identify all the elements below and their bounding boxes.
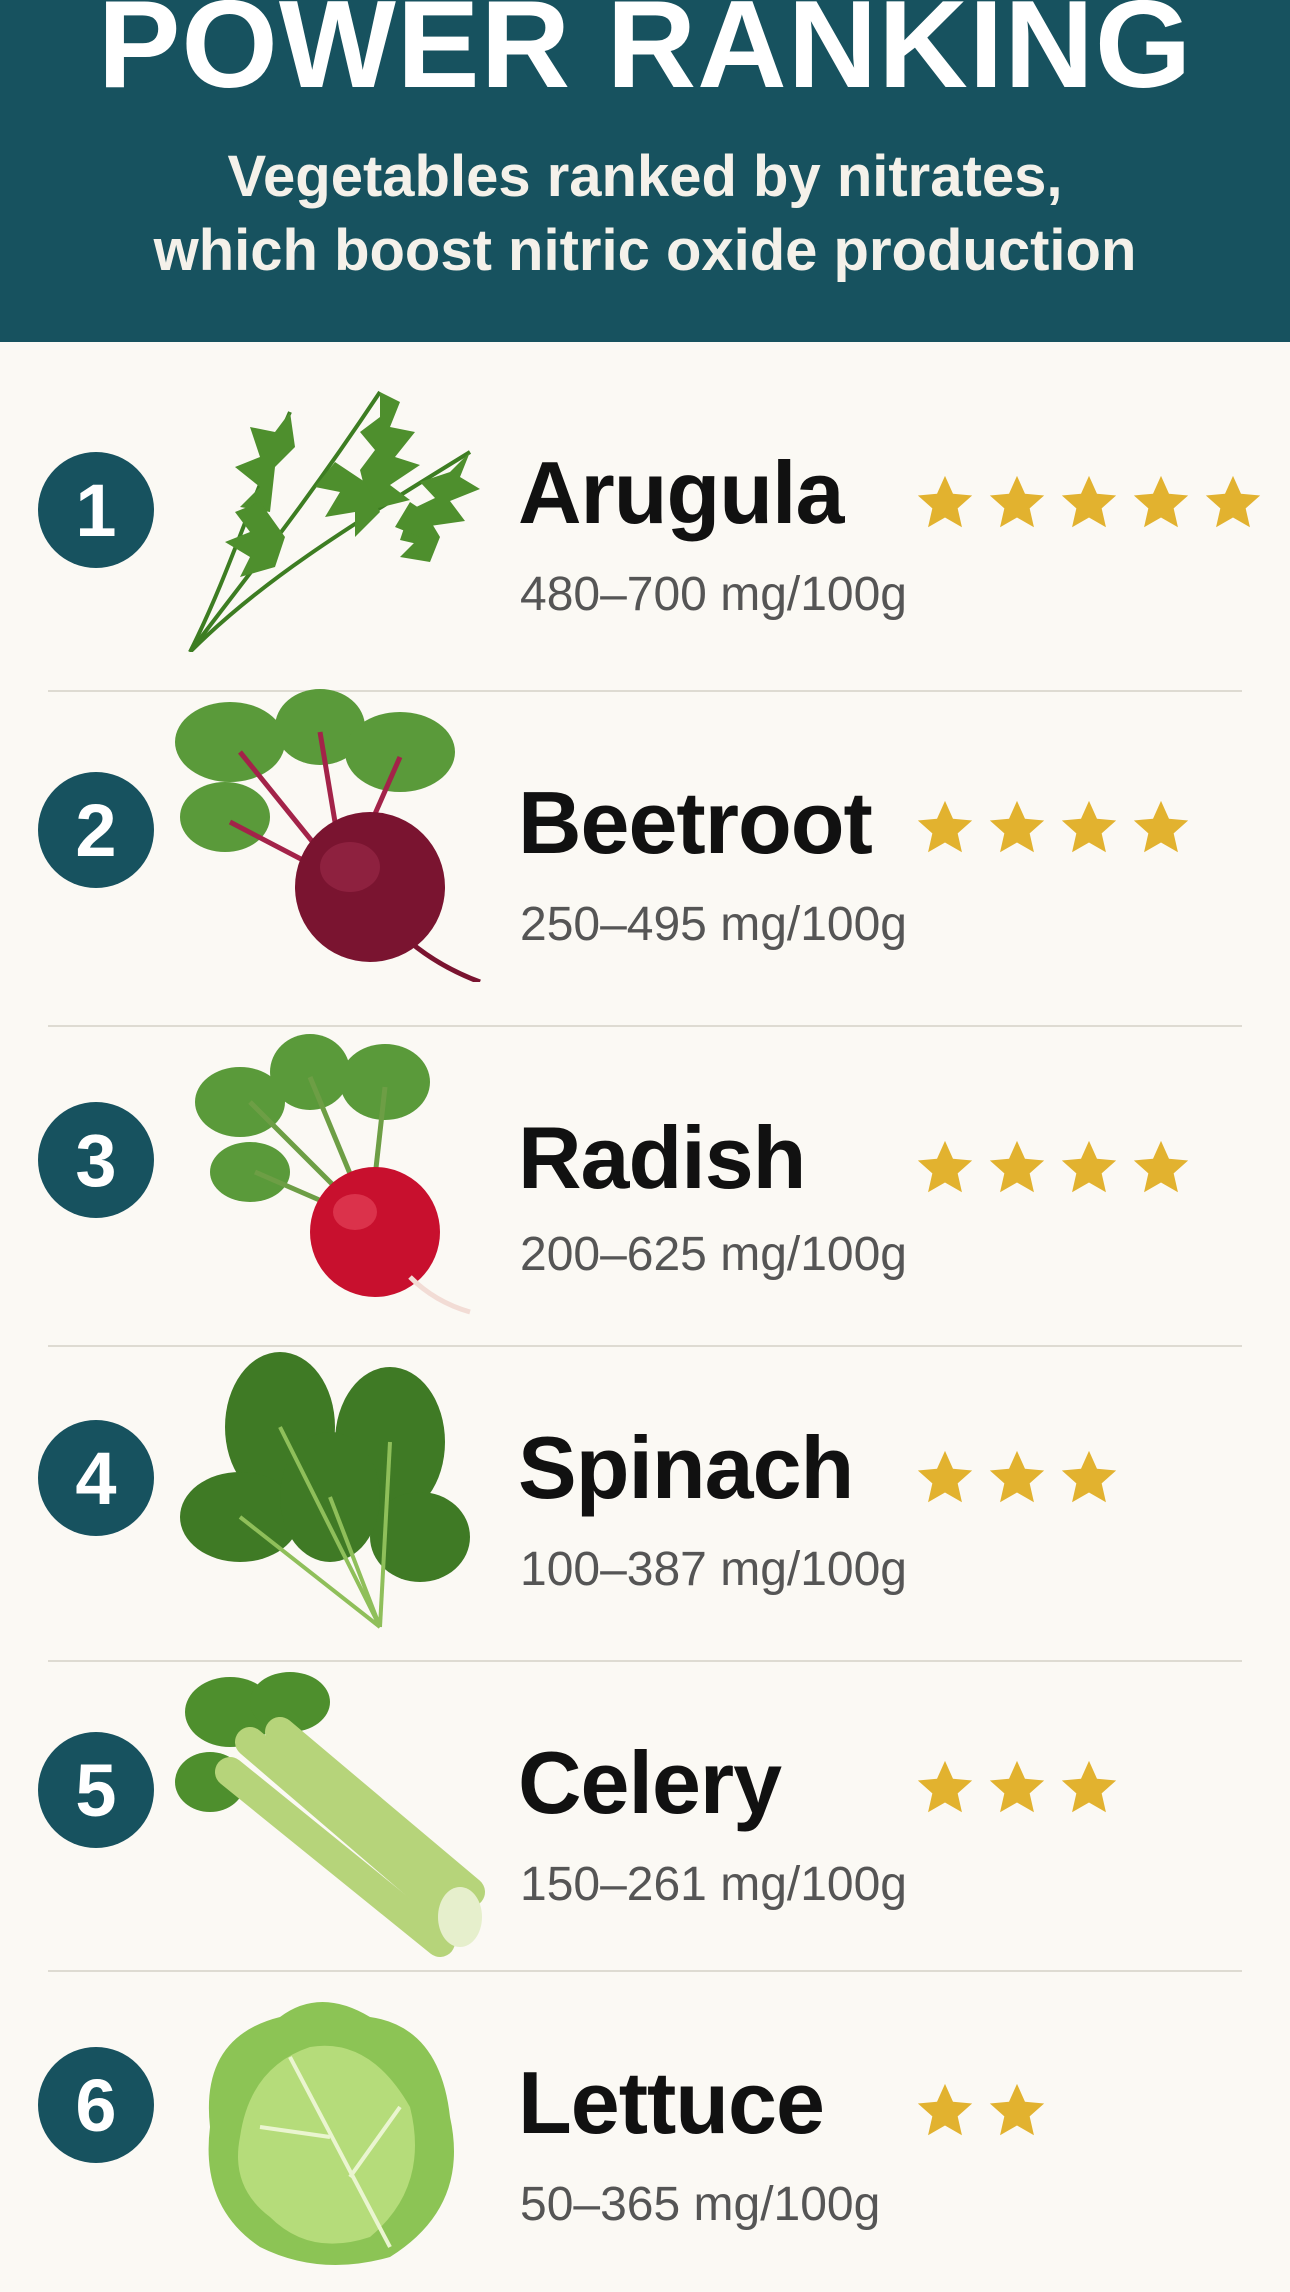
vegetable-name: Spinach: [518, 1418, 854, 1517]
radish-icon: [195, 1034, 471, 1315]
page-title: POWER RANKING: [97, 0, 1193, 114]
page-subtitle: Vegetables ranked by nitrates, which boo…: [0, 140, 1290, 288]
star-icon: [1205, 475, 1261, 528]
ranking-row-5: 5 Celery 150–261 mg/100g: [0, 1662, 1290, 1972]
star-rating: [914, 2080, 1048, 2142]
ranking-row-3: 3 Radish 200–625 mg/100g: [0, 1027, 1290, 1347]
star-icon: [989, 1760, 1045, 1813]
beetroot-icon: [175, 689, 481, 982]
nitrate-amount: 50–365 mg/100g: [520, 2178, 881, 2231]
star-icon: [1061, 475, 1117, 528]
subtitle-line-2: which boost nitric oxide production: [153, 218, 1137, 283]
star-icon: [989, 1450, 1045, 1503]
star-icon: [1061, 800, 1117, 853]
star-icon: [989, 475, 1045, 528]
star-icon: [989, 1140, 1045, 1193]
star-icon: [917, 2083, 973, 2136]
star-icon: [917, 1140, 973, 1193]
header-banner: POWER RANKING Vegetables ranked by nitra…: [0, 0, 1290, 342]
nitrate-amount: 100–387 mg/100g: [520, 1543, 907, 1596]
nitrate-amount: 480–700 mg/100g: [520, 568, 907, 621]
star-rating: [914, 1447, 1120, 1509]
ranking-row-1: 1 Arugula 480–700 mg/100g: [0, 342, 1290, 692]
star-icon: [989, 800, 1045, 853]
subtitle-line-1: Vegetables ranked by nitrates,: [227, 144, 1063, 209]
star-icon: [1061, 1760, 1117, 1813]
vegetable-name: Celery: [518, 1733, 782, 1832]
star-icon: [1061, 1140, 1117, 1193]
star-rating: [914, 797, 1192, 859]
vegetable-name: Arugula: [518, 443, 844, 542]
star-icon: [917, 1760, 973, 1813]
nitrate-amount: 150–261 mg/100g: [520, 1858, 907, 1911]
star-rating: [914, 472, 1264, 534]
star-icon: [917, 475, 973, 528]
star-icon: [1133, 800, 1189, 853]
ranking-row-6: 6 Lettuce 50–365 mg/100g: [0, 1972, 1290, 2292]
rank-badge: 1: [38, 452, 154, 568]
nitrate-amount: 250–495 mg/100g: [520, 898, 907, 951]
nitrate-amount: 200–625 mg/100g: [520, 1228, 907, 1281]
vegetable-name: Beetroot: [518, 773, 873, 872]
star-icon: [917, 800, 973, 853]
star-icon: [1133, 1140, 1189, 1193]
star-icon: [989, 2083, 1045, 2136]
star-icon: [1133, 475, 1189, 528]
vegetable-name: Radish: [518, 1108, 806, 1207]
ranking-row-4: 4 Spinach 100–387 mg/100g: [0, 1347, 1290, 1662]
spinach-icon: [180, 1352, 470, 1629]
star-rating: [914, 1137, 1192, 1199]
star-icon: [1061, 1450, 1117, 1503]
ranking-row-2: 2 Beetroot 250–495 mg/100g: [0, 689, 1290, 1027]
star-rating: [914, 1757, 1120, 1819]
rank-badge: 4: [38, 1420, 154, 1536]
rank-badge: 2: [38, 772, 154, 888]
rank-badge: 6: [38, 2047, 154, 2163]
arugula-icon: [188, 390, 480, 652]
rank-badge: 3: [38, 1102, 154, 1218]
rank-badge: 5: [38, 1732, 154, 1848]
vegetable-name: Lettuce: [518, 2053, 825, 2152]
star-icon: [917, 1450, 973, 1503]
lettuce-icon: [208, 2002, 454, 2265]
celery-icon: [175, 1672, 485, 1957]
